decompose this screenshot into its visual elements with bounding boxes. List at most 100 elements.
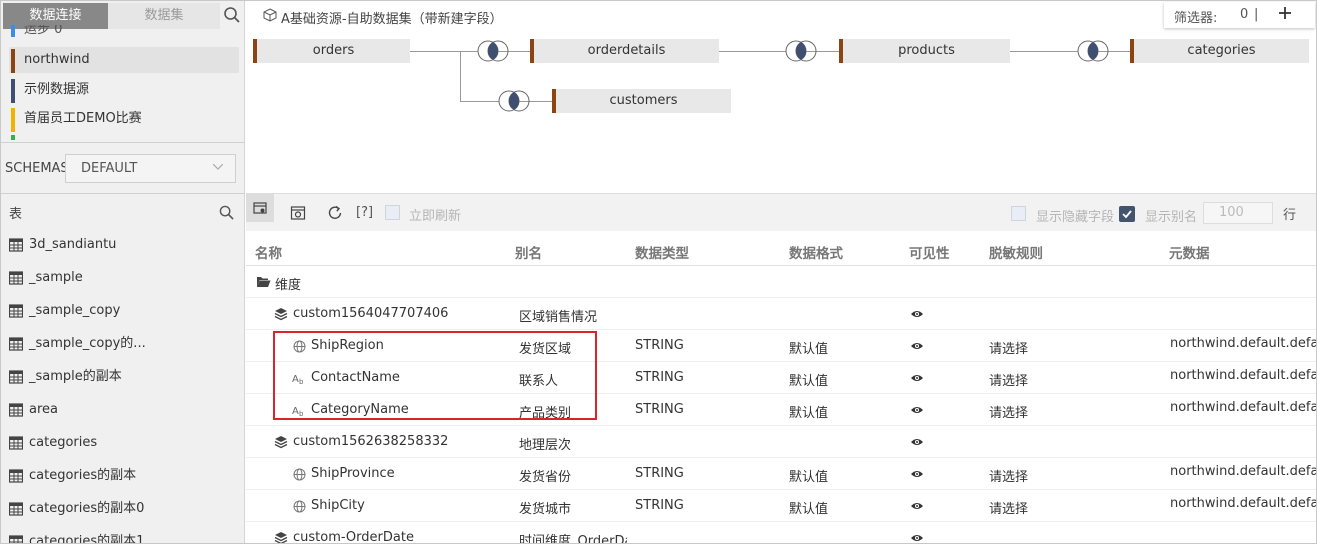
- eye-icon[interactable]: [910, 533, 924, 543]
- header-masking-rule: 脱敏规则: [989, 246, 1043, 262]
- table-list-item[interactable]: _sample的副本: [9, 365, 239, 389]
- header-data-type: 数据类型: [635, 246, 689, 262]
- field-metadata: northwind.default.default: [1170, 336, 1316, 351]
- table-list-item[interactable]: categories的副本1: [9, 530, 239, 544]
- table-name: _sample_copy: [29, 303, 121, 318]
- inner-join-icon[interactable]: [496, 89, 532, 113]
- field-data-type[interactable]: STRING: [635, 466, 684, 481]
- instant-refresh-checkbox[interactable]: [385, 205, 400, 220]
- table-node-products[interactable]: products: [839, 39, 1010, 63]
- show-alias-checkbox[interactable]: [1119, 206, 1135, 222]
- hierarchy-row[interactable]: custom-OrderDate 时间维度_OrderDat: [246, 521, 1316, 543]
- source-color-bar: [11, 79, 15, 103]
- table-list-item[interactable]: area: [9, 398, 239, 422]
- table-list-item[interactable]: _sample_copy: [9, 299, 239, 323]
- table-icon: [9, 238, 23, 252]
- schema-select[interactable]: DEFAULT: [65, 154, 236, 183]
- dataset-cube-icon: [263, 8, 277, 22]
- table-name: _sample_copy的...: [29, 336, 146, 351]
- field-alias[interactable]: 地理层次: [519, 434, 571, 453]
- field-name: custom1564047707406: [293, 306, 449, 321]
- source-item-northwind[interactable]: northwind: [9, 47, 239, 73]
- search-icon[interactable]: [223, 6, 241, 24]
- filter-box[interactable]: 筛选器: 0 |: [1164, 2, 1315, 28]
- show-hidden-checkbox[interactable]: [1011, 206, 1026, 221]
- field-alias[interactable]: 发货城市: [519, 498, 571, 517]
- main-panel: A基础资源-自助数据集（带新建字段） 筛选器: 0 | orders order…: [246, 1, 1316, 543]
- field-data-format[interactable]: 默认值: [789, 370, 828, 389]
- masking-rule-select[interactable]: 请选择: [989, 370, 1028, 389]
- table-icon: [9, 403, 23, 417]
- preview-icon[interactable]: [290, 205, 306, 221]
- help-button[interactable]: [?]: [356, 205, 373, 220]
- folder-row[interactable]: 维度: [246, 265, 1316, 297]
- masking-rule-select[interactable]: 请选择: [989, 466, 1028, 485]
- eye-icon[interactable]: [910, 405, 924, 415]
- table-list-item[interactable]: _sample_copy的...: [9, 332, 239, 356]
- field-alias[interactable]: 区域销售情况: [519, 306, 597, 325]
- field-data-format[interactable]: 默认值: [789, 498, 828, 517]
- plus-icon[interactable]: [1278, 6, 1292, 20]
- refresh-icon[interactable]: [327, 205, 343, 221]
- globe-icon: [293, 468, 306, 481]
- table-name: categories的副本: [29, 468, 137, 483]
- field-data-format[interactable]: 默认值: [789, 402, 828, 421]
- table-list-item[interactable]: _sample: [9, 266, 239, 290]
- dataset-title: A基础资源-自助数据集（带新建字段）: [281, 12, 503, 27]
- table-list-item[interactable]: categories的副本0: [9, 497, 239, 521]
- source-label: 示例数据源: [24, 82, 90, 97]
- eye-icon[interactable]: [910, 309, 924, 319]
- field-data-format[interactable]: 默认值: [789, 338, 828, 357]
- source-label: 运步 0: [24, 25, 63, 37]
- row-count-input[interactable]: 100: [1203, 202, 1273, 224]
- field-data-type[interactable]: STRING: [635, 402, 684, 417]
- table-icon: [9, 304, 23, 318]
- field-alias[interactable]: 发货省份: [519, 466, 571, 485]
- source-item-demo[interactable]: 示例数据源: [9, 77, 239, 103]
- field-row[interactable]: ShipCity 发货城市 STRING 默认值 请选择 northwind.defaul…: [246, 489, 1316, 521]
- table-icon: [9, 370, 23, 384]
- table-name: categories的副本1: [29, 534, 145, 544]
- field-data-type[interactable]: STRING: [635, 338, 684, 353]
- table-icon: [9, 436, 23, 450]
- field-data-type[interactable]: STRING: [635, 370, 684, 385]
- table-node-categories[interactable]: categories: [1130, 39, 1309, 63]
- field-metadata: northwind.default.default: [1170, 464, 1316, 479]
- table-name: categories: [29, 435, 98, 450]
- field-alias[interactable]: 时间维度_OrderDat: [519, 530, 627, 543]
- hierarchy-row[interactable]: custom1564047707406 区域销售情况: [246, 297, 1316, 329]
- inner-join-icon[interactable]: [783, 39, 819, 63]
- field-data-format[interactable]: 默认值: [789, 466, 828, 485]
- source-item-partial[interactable]: 运步 0: [9, 25, 239, 41]
- field-row[interactable]: ShipProvince 发货省份 STRING 默认值 请选择 northwind.de…: [246, 457, 1316, 489]
- table-node-orders[interactable]: orders: [253, 39, 410, 63]
- table-list-item[interactable]: categories: [9, 431, 239, 455]
- table-list-item[interactable]: 3d_sandiantu: [9, 233, 239, 257]
- layers-icon: [274, 308, 288, 321]
- eye-icon[interactable]: [910, 469, 924, 479]
- header-alias: 别名: [515, 246, 542, 262]
- header-data-format: 数据格式: [789, 246, 843, 262]
- chevron-down-icon: [213, 164, 223, 170]
- eye-icon[interactable]: [910, 373, 924, 383]
- field-view-button[interactable]: [246, 194, 274, 222]
- table-list-item[interactable]: categories的副本: [9, 464, 239, 488]
- table-icon: [9, 469, 23, 483]
- eye-icon[interactable]: [910, 341, 924, 351]
- table-node-customers[interactable]: customers: [552, 89, 731, 113]
- table-icon: [9, 271, 23, 285]
- eye-icon[interactable]: [910, 437, 924, 447]
- table-node-orderdetails[interactable]: orderdetails: [530, 39, 719, 63]
- field-settings-icon: [253, 202, 267, 214]
- search-icon[interactable]: [219, 205, 234, 220]
- masking-rule-select[interactable]: 请选择: [989, 402, 1028, 421]
- masking-rule-select[interactable]: 请选择: [989, 498, 1028, 517]
- eye-icon[interactable]: [910, 501, 924, 511]
- masking-rule-select[interactable]: 请选择: [989, 338, 1028, 357]
- field-data-type[interactable]: STRING: [635, 498, 684, 513]
- inner-join-icon[interactable]: [1075, 39, 1111, 63]
- inner-join-icon[interactable]: [475, 39, 511, 63]
- hierarchy-row[interactable]: custom1562638258332 地理层次: [246, 425, 1316, 457]
- header-name: 名称: [255, 246, 282, 262]
- source-item-competition[interactable]: 首届员工DEMO比赛: [9, 106, 239, 132]
